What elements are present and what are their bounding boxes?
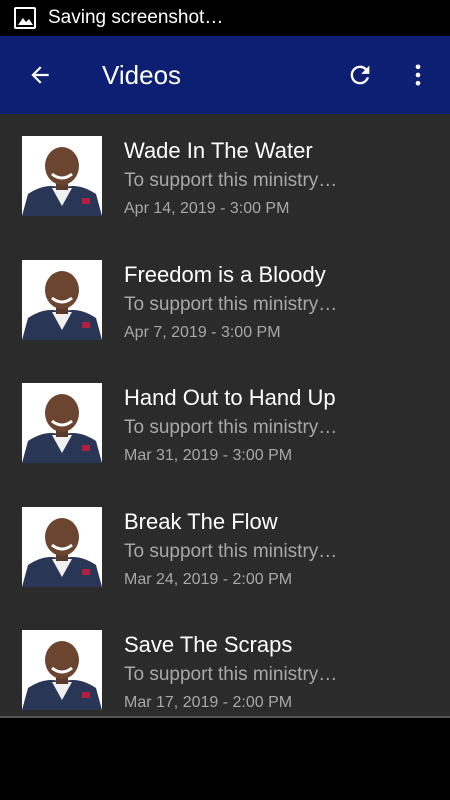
video-title: Hand Out to Hand Up — [124, 385, 336, 410]
refresh-icon — [350, 65, 370, 85]
video-thumbnail — [22, 260, 102, 340]
video-description: To support this ministry… — [124, 664, 338, 685]
video-title: Save The Scraps — [124, 632, 293, 657]
video-date: Apr 7, 2019 - 3:00 PM — [124, 324, 281, 341]
back-button[interactable] — [20, 55, 60, 95]
video-date: Mar 17, 2019 - 2:00 PM — [124, 694, 293, 711]
video-description: To support this ministry… — [124, 417, 338, 438]
video-list-item[interactable]: Hand Out to Hand Up To support this mini… — [0, 361, 450, 485]
video-description: To support this ministry… — [124, 541, 338, 562]
video-title: Freedom is a Bloody — [124, 262, 326, 287]
refresh-button[interactable] — [340, 55, 380, 95]
video-list-item[interactable]: Save The Scraps To support this ministry… — [0, 608, 450, 716]
video-list-item[interactable]: Freedom is a Bloody To support this mini… — [0, 238, 450, 362]
video-list: Wade In The Water To support this minist… — [0, 114, 450, 716]
video-thumbnail — [22, 136, 102, 216]
video-list-item[interactable]: Wade In The Water To support this minist… — [0, 114, 450, 238]
video-date: Mar 24, 2019 - 2:00 PM — [124, 571, 293, 588]
arrow-back-icon — [31, 66, 49, 84]
video-thumbnail — [22, 630, 102, 710]
video-title: Break The Flow — [124, 509, 278, 534]
app-bar: Videos — [0, 36, 450, 114]
more-vert-icon — [415, 64, 421, 86]
page-title: Videos — [102, 59, 182, 90]
status-notification-text: Saving screenshot… — [48, 7, 224, 28]
video-date: Apr 14, 2019 - 3:00 PM — [124, 200, 290, 217]
video-date: Mar 31, 2019 - 3:00 PM — [124, 447, 293, 464]
video-description: To support this ministry… — [124, 294, 338, 315]
image-icon — [14, 7, 36, 29]
status-bar: Saving screenshot… — [0, 0, 450, 36]
bottom-area — [0, 718, 450, 800]
video-thumbnail — [22, 507, 102, 587]
more-options-button[interactable] — [398, 55, 438, 95]
video-description: To support this ministry… — [124, 170, 338, 191]
video-thumbnail — [22, 383, 102, 463]
video-list-item[interactable]: Break The Flow To support this ministry…… — [0, 485, 450, 609]
video-title: Wade In The Water — [124, 138, 313, 163]
